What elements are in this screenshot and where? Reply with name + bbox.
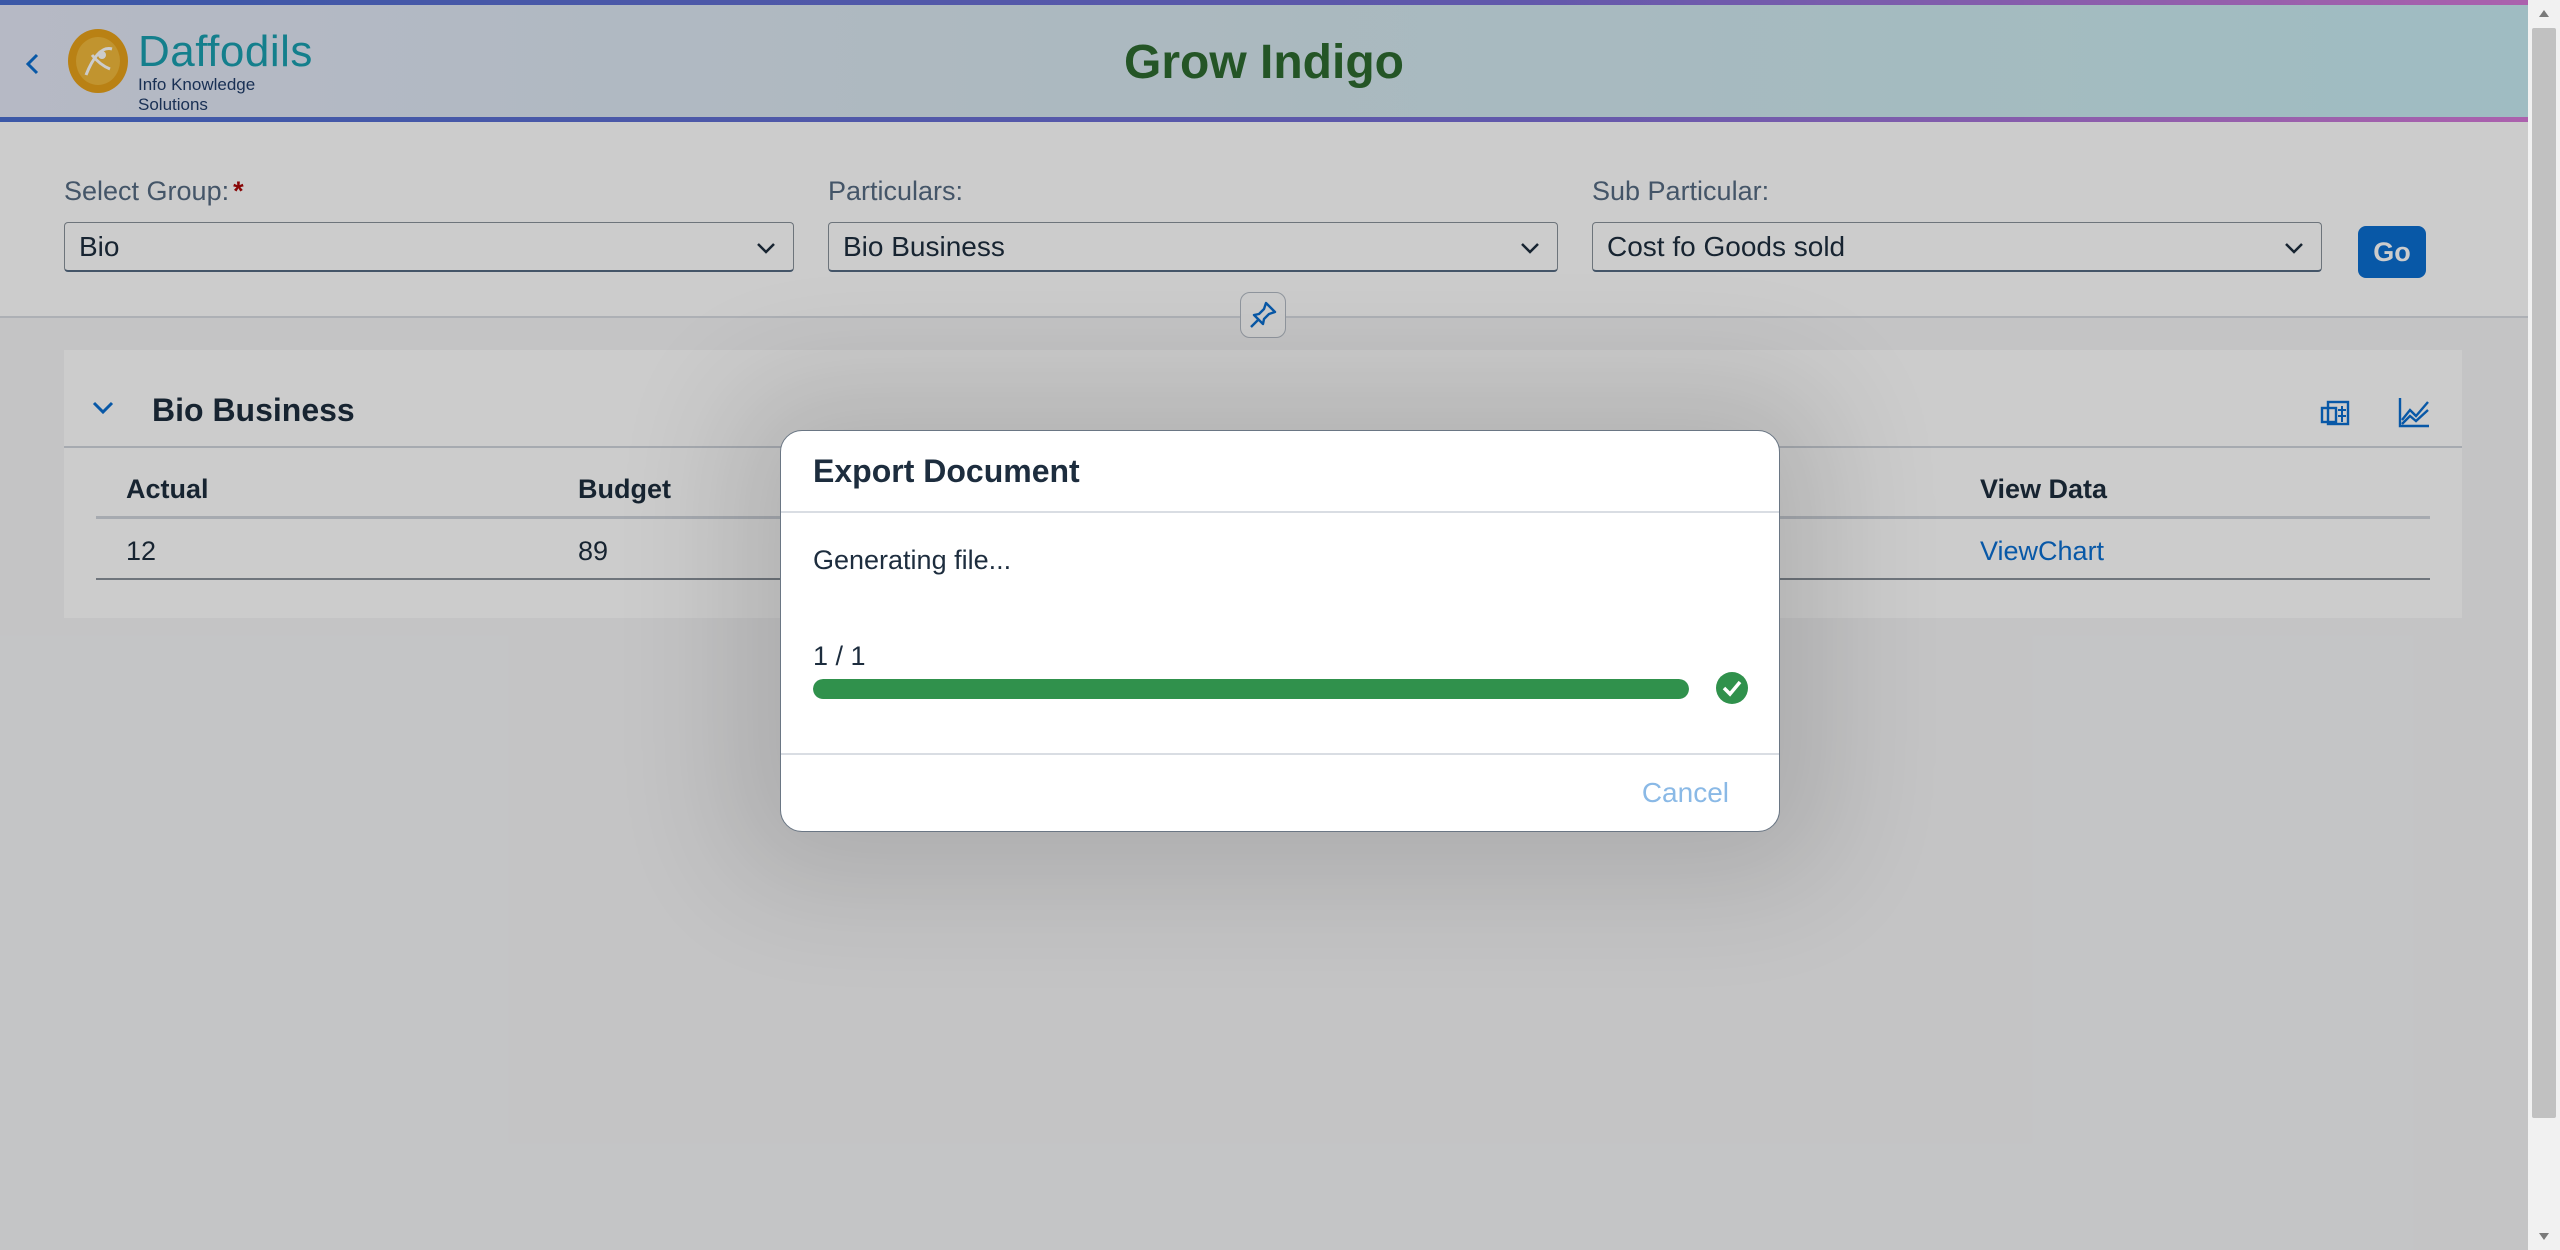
progress-count: 1 / 1 bbox=[813, 641, 866, 671]
vertical-scrollbar[interactable] bbox=[2528, 0, 2560, 1250]
scroll-down-icon[interactable] bbox=[2536, 1228, 2552, 1244]
dialog-title: Export Document bbox=[813, 453, 1080, 489]
divider bbox=[781, 753, 1779, 755]
cancel-button[interactable]: Cancel bbox=[1642, 777, 1729, 809]
scroll-up-icon[interactable] bbox=[2536, 6, 2552, 22]
success-check-icon bbox=[1716, 672, 1748, 704]
export-document-dialog: Export Document Generating file... 1 / 1… bbox=[780, 430, 1780, 832]
scrollbar-thumb[interactable] bbox=[2532, 28, 2556, 1118]
divider bbox=[781, 511, 1779, 513]
dialog-message: Generating file... bbox=[813, 545, 1012, 575]
progress-fill bbox=[813, 679, 1689, 699]
progress-bar bbox=[813, 679, 1689, 699]
